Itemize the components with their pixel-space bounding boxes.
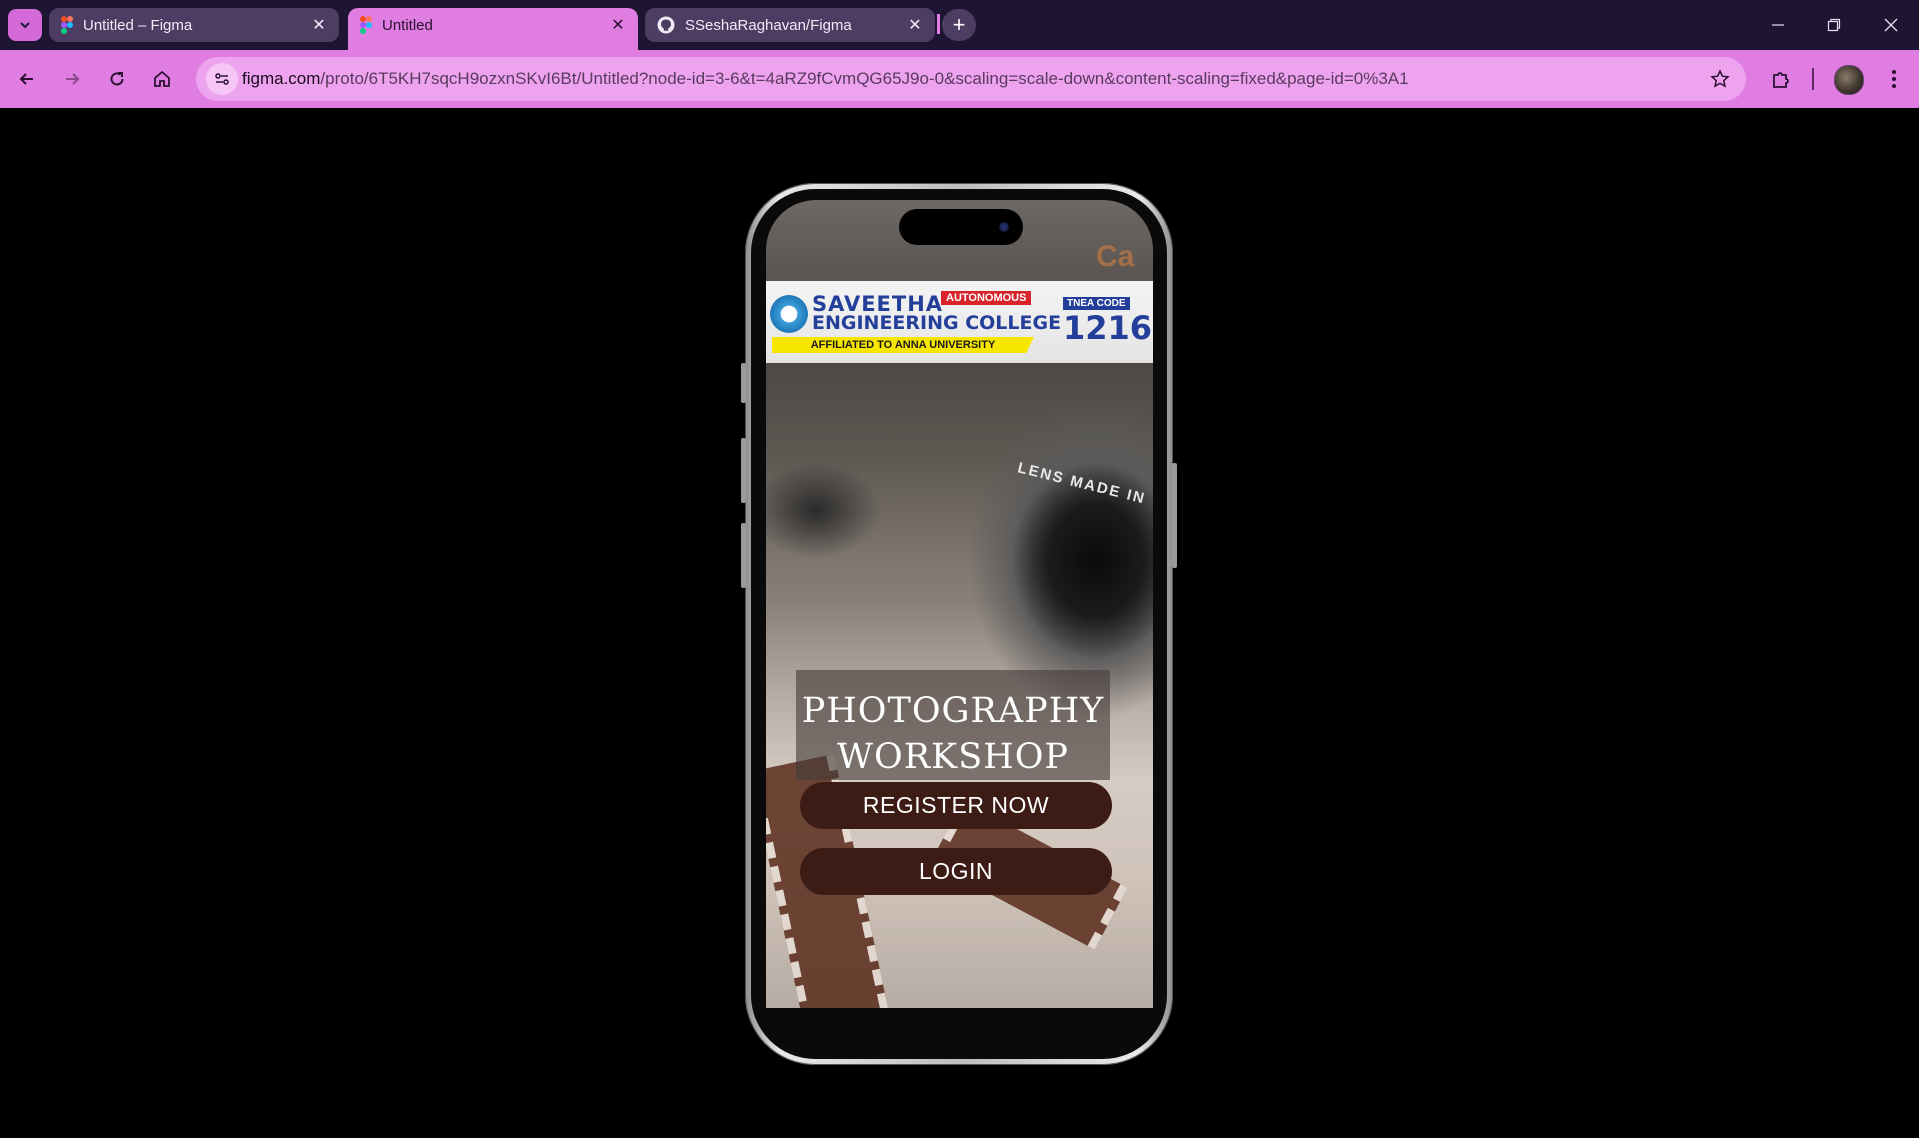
camera-brand-text: Ca <box>1096 240 1135 273</box>
tab-divider <box>937 14 940 34</box>
restore-button[interactable] <box>1814 10 1854 40</box>
phone-frame: Ca LENS MADE IN SAVEETHA AUTONOMOUS ENGI… <box>741 183 1177 1065</box>
github-icon <box>657 16 675 34</box>
prototype-screen: Ca LENS MADE IN SAVEETHA AUTONOMOUS ENGI… <box>766 200 1153 1008</box>
arrow-left-icon <box>19 73 33 85</box>
title-line-2: WORKSHOP <box>837 737 1069 777</box>
college-name-line-2: ENGINEERING COLLEGE <box>812 312 1062 334</box>
login-button[interactable]: LOGIN <box>800 848 1112 895</box>
figma-icon <box>61 16 73 34</box>
url-text[interactable]: figma.com/proto/6T5KH7sqcH9ozxnSKvI6Bt/U… <box>242 69 1409 89</box>
reload-button[interactable] <box>101 63 133 95</box>
figma-icon <box>360 16 372 34</box>
extensions-button[interactable] <box>1765 63 1797 95</box>
tab-strip: Untitled – Figma ✕ Untitled ✕ SSeshaRagh… <box>0 0 1919 50</box>
bookmark-star-icon[interactable] <box>1708 67 1732 91</box>
tab-title: SSeshaRaghavan/Figma <box>685 16 852 34</box>
college-banner: SAVEETHA AUTONOMOUS ENGINEERING COLLEGE … <box>766 281 1153 363</box>
tab-untitled-figma[interactable]: Untitled – Figma ✕ <box>49 8 339 42</box>
phone-side-button <box>1172 463 1177 568</box>
close-window-button[interactable] <box>1871 10 1911 40</box>
phone-side-button <box>741 438 746 503</box>
minimize-button[interactable] <box>1758 10 1798 40</box>
forward-button[interactable] <box>56 63 88 95</box>
arrow-right-icon <box>66 73 80 85</box>
close-icon <box>1884 18 1898 32</box>
reload-icon <box>110 72 124 86</box>
home-icon <box>154 70 170 87</box>
url-host: figma.com <box>242 69 321 88</box>
tab-github[interactable]: SSeshaRaghavan/Figma ✕ <box>645 8 935 42</box>
autonomous-badge: AUTONOMOUS <box>941 291 1032 305</box>
profile-avatar[interactable] <box>1834 65 1864 95</box>
plus-icon: + <box>952 12 966 37</box>
toolbar-divider <box>1812 68 1814 90</box>
restore-icon <box>1827 18 1841 32</box>
tab-title: Untitled <box>382 16 433 34</box>
url-path: /proto/6T5KH7sqcH9ozxnSKvI6Bt/Untitled?n… <box>320 69 1409 88</box>
college-logo <box>770 295 808 333</box>
workshop-title: PHOTOGRAPHY WORKSHOP <box>796 688 1110 780</box>
close-icon[interactable]: ✕ <box>610 17 626 34</box>
browser-menu-button[interactable] <box>1878 63 1910 95</box>
phone-side-button <box>741 523 746 588</box>
close-icon[interactable]: ✕ <box>311 17 327 34</box>
tab-search-button[interactable] <box>8 9 42 41</box>
browser-toolbar: figma.com/proto/6T5KH7sqcH9ozxnSKvI6Bt/U… <box>0 50 1919 108</box>
title-line-1: PHOTOGRAPHY <box>801 691 1105 731</box>
affiliation-ribbon: AFFILIATED TO ANNA UNIVERSITY <box>772 337 1034 353</box>
close-icon[interactable]: ✕ <box>907 17 923 34</box>
back-button[interactable] <box>11 63 43 95</box>
dynamic-island <box>899 209 1023 245</box>
tnea-code: 1216 <box>1063 309 1153 347</box>
page-viewport: Ca LENS MADE IN SAVEETHA AUTONOMOUS ENGI… <box>0 108 1919 1138</box>
site-settings-icon[interactable] <box>206 63 238 95</box>
new-tab-button[interactable]: + <box>942 9 976 41</box>
phone-side-button <box>741 363 746 403</box>
front-camera-icon <box>999 222 1009 232</box>
register-now-button[interactable]: REGISTER NOW <box>800 782 1112 829</box>
minimize-icon <box>1772 24 1784 26</box>
puzzle-icon <box>1773 72 1789 88</box>
chevron-down-icon <box>20 22 30 29</box>
tab-untitled[interactable]: Untitled ✕ <box>348 8 638 50</box>
lens-text: LENS MADE IN <box>1015 459 1148 508</box>
tab-title: Untitled – Figma <box>83 16 193 34</box>
home-button[interactable] <box>146 63 178 95</box>
address-bar[interactable]: figma.com/proto/6T5KH7sqcH9ozxnSKvI6Bt/U… <box>196 57 1746 101</box>
kebab-menu-icon <box>1892 70 1896 88</box>
workshop-title-box: PHOTOGRAPHY WORKSHOP <box>796 670 1110 780</box>
